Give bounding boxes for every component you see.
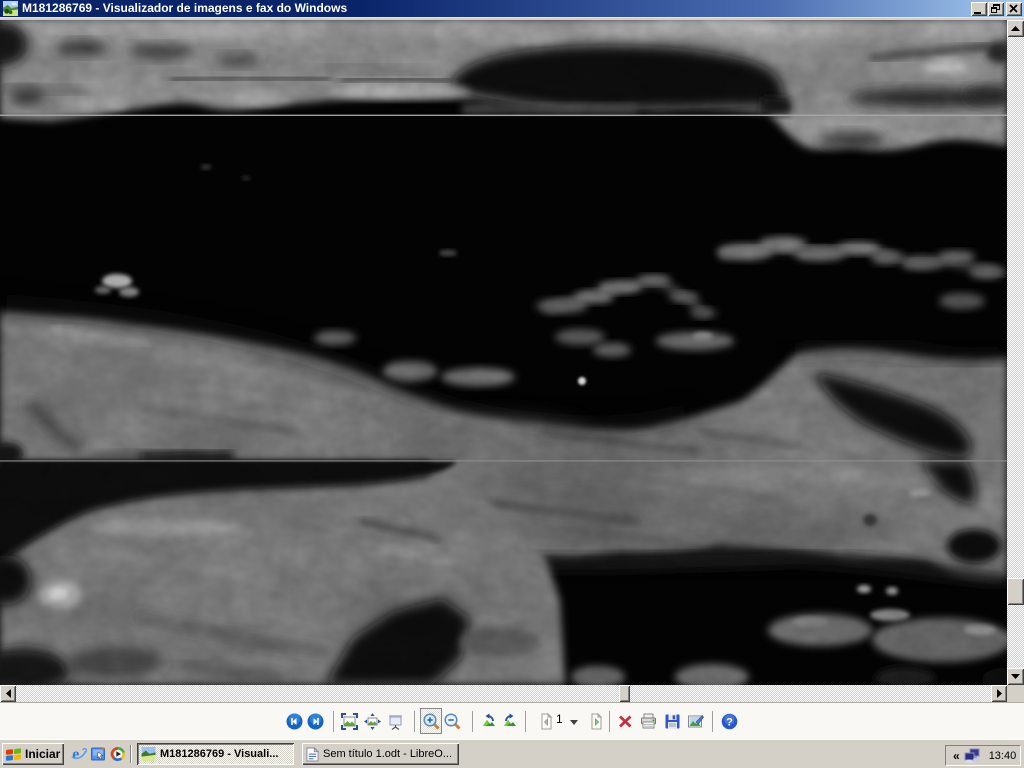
svg-text:e: e [72,746,79,762]
svg-text:?: ? [726,717,733,729]
